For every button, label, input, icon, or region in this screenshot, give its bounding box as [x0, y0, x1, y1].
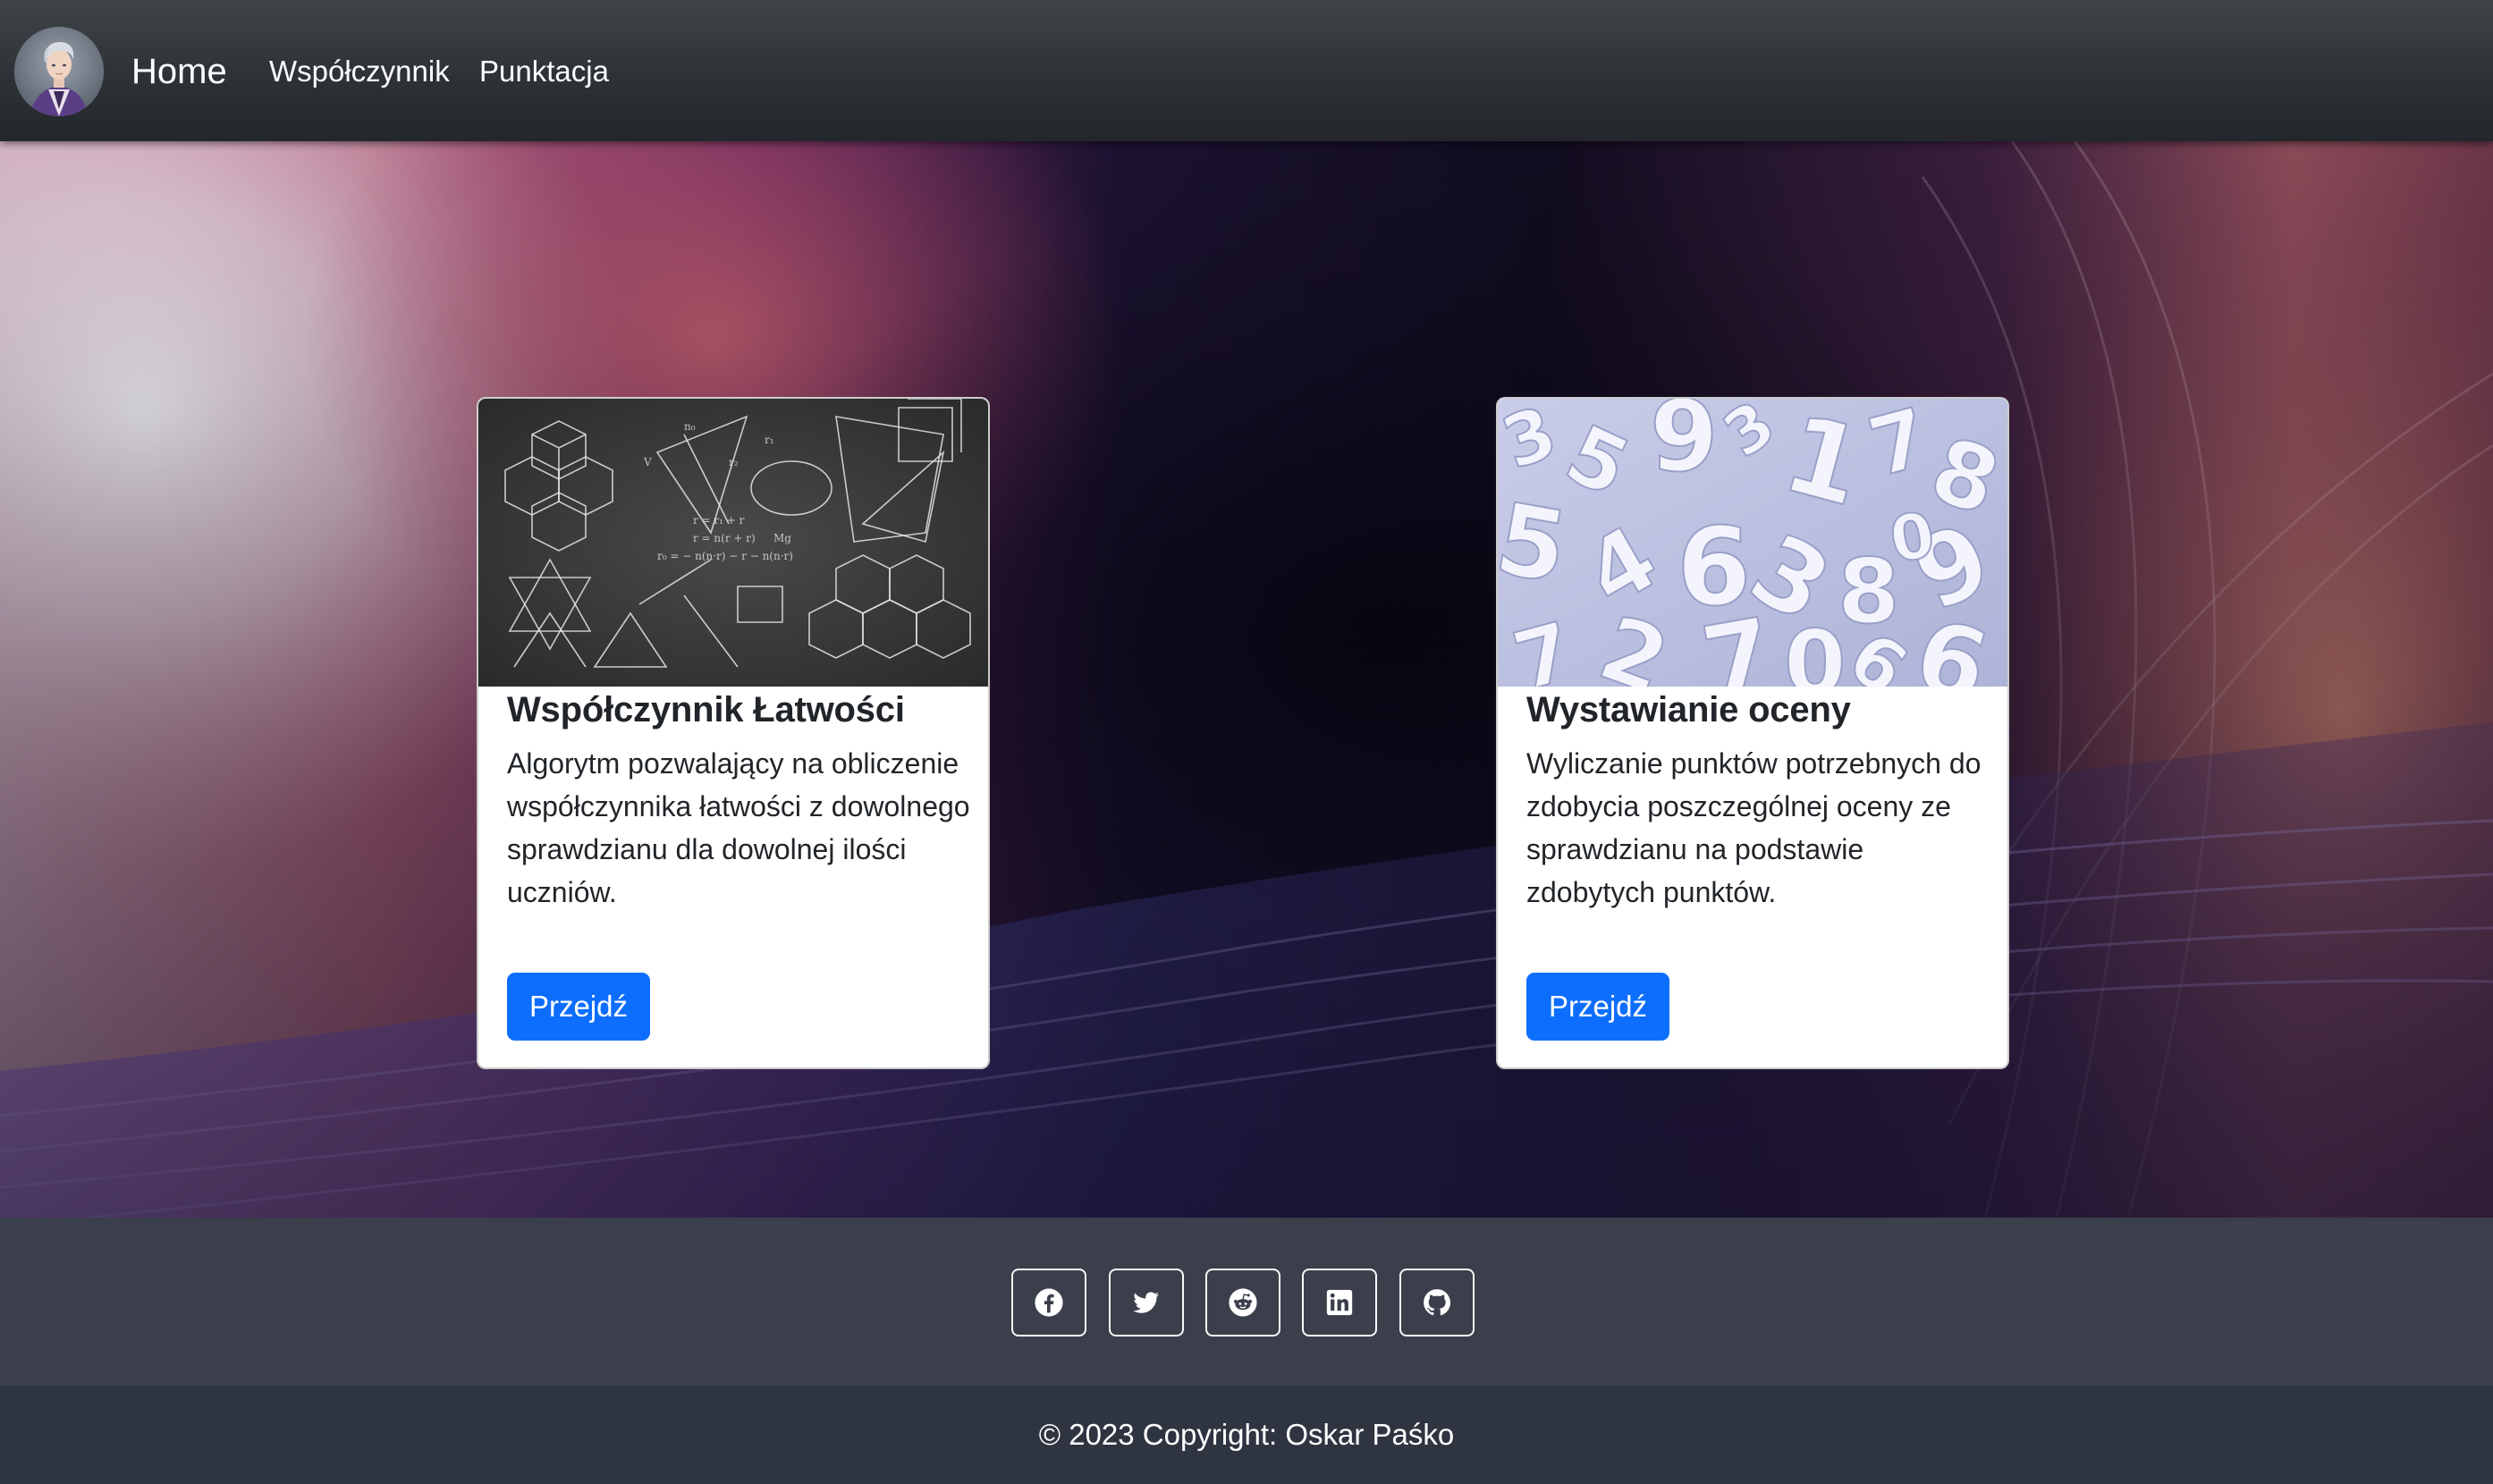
nav-link-punktacja[interactable]: Punktacja	[479, 52, 609, 91]
svg-text:Mg: Mg	[773, 532, 791, 544]
svg-text:r₁: r₁	[765, 434, 774, 446]
footer-social-bar	[0, 1218, 2493, 1386]
linkedin-button[interactable]	[1302, 1269, 1377, 1336]
svg-text:r₀ = − n(n·r) − r − n(n·r): r₀ = − n(n·r) − r − n(n·r)	[657, 550, 793, 562]
card-image-numbers: 3 5 9 3 1 7 8 5 4 6 3 8 9 7 2 7 0 6 6 0	[1498, 399, 2007, 687]
github-button[interactable]	[1399, 1269, 1475, 1336]
avatar[interactable]	[14, 27, 104, 116]
svg-text:0: 0	[1784, 611, 1847, 687]
svg-text:V: V	[643, 456, 652, 468]
card-description: Wyliczanie punktów potrzebnych do zdobyc…	[1526, 747, 1982, 908]
twitter-icon	[1133, 1292, 1160, 1313]
card-image-chalkboard: r = r₁ + r r = n(r + r) r₀ = − n(n·r) − …	[478, 399, 988, 687]
reddit-icon	[1229, 1288, 1257, 1317]
svg-text:r = n(r + r): r = n(r + r)	[693, 532, 756, 544]
hero-background-image	[0, 141, 2493, 1218]
linkedin-icon	[1326, 1289, 1353, 1316]
nav-link-wspolczynnik[interactable]: Współczynnik	[269, 52, 450, 91]
brand-home-link[interactable]: Home	[131, 46, 227, 97]
hero-section: r = r₁ + r r = n(r + r) r₀ = − n(n·r) − …	[0, 141, 2493, 1218]
twitter-button[interactable]	[1109, 1269, 1184, 1336]
svg-text:r = r₁ + r: r = r₁ + r	[693, 514, 745, 527]
facebook-icon	[1035, 1288, 1063, 1317]
navbar: Home Współczynnik Punktacja	[0, 0, 2493, 141]
github-icon	[1424, 1289, 1451, 1316]
avatar-illustration	[14, 27, 104, 116]
card-title: Wystawianie oceny	[1526, 690, 1851, 729]
chalkboard-math-image: r = r₁ + r r = n(r + r) r₀ = − n(n·r) − …	[478, 399, 988, 687]
footer-copyright: © 2023 Copyright: Oskar Paśko	[0, 1386, 2493, 1484]
card-wspolczynnik: r = r₁ + r r = n(r + r) r₀ = − n(n·r) − …	[477, 397, 990, 1069]
card-title: Współczynnik Łatwości	[507, 690, 905, 729]
numbers-pile-image: 3 5 9 3 1 7 8 5 4 6 3 8 9 7 2 7 0 6 6 0	[1498, 399, 2007, 687]
przejdz-button-ocena[interactable]: Przejdź	[1526, 973, 1669, 1041]
facebook-button[interactable]	[1011, 1269, 1086, 1336]
card-wystawianie-oceny: 3 5 9 3 1 7 8 5 4 6 3 8 9 7 2 7 0 6 6 0 …	[1496, 397, 2009, 1069]
svg-text:r₂: r₂	[729, 456, 739, 468]
svg-text:n₀: n₀	[684, 420, 696, 433]
card-description: Algorytm pozwalający na obliczenie współ…	[507, 747, 970, 908]
przejdz-button-wspolczynnik[interactable]: Przejdź	[507, 973, 650, 1041]
reddit-button[interactable]	[1205, 1269, 1280, 1336]
svg-text:9: 9	[1650, 399, 1719, 493]
